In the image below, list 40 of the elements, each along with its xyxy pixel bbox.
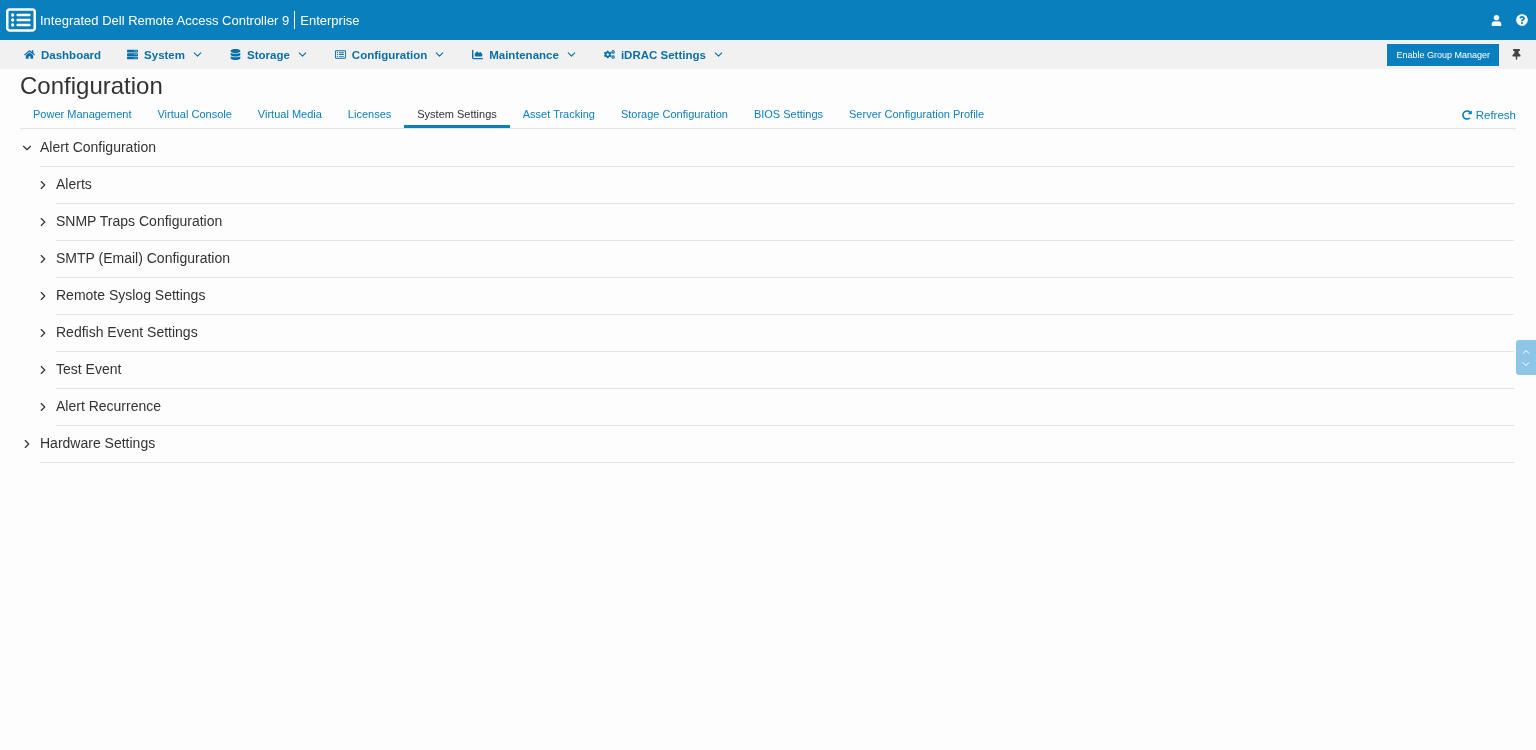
pin-icon[interactable] (1511, 49, 1522, 60)
section-header[interactable]: Test Event (36, 351, 1514, 388)
tab[interactable]: Server Configuration Profile (836, 102, 998, 128)
database-icon (230, 49, 241, 60)
section-header[interactable]: Alert Recurrence (36, 388, 1514, 425)
refresh-icon (1461, 110, 1472, 120)
tab[interactable]: Virtual Console (144, 102, 245, 128)
gears-icon (603, 49, 615, 60)
tab[interactable]: Licenses (334, 102, 405, 128)
user-icon[interactable] (1491, 14, 1502, 26)
section-header[interactable]: SMTP (Email) Configuration (36, 240, 1514, 277)
section-header[interactable]: Alerts (36, 166, 1514, 203)
home-icon (24, 49, 35, 60)
nav-menu-item[interactable]: Storage (230, 48, 309, 61)
tab[interactable]: Power Management (20, 102, 145, 128)
list-icon (334, 49, 346, 60)
nav-menu-item[interactable]: iDRAC Settings (603, 48, 725, 61)
nav-menu-item[interactable]: Dashboard (24, 48, 102, 61)
tab[interactable]: System Settings (404, 102, 510, 128)
nav-menu-item[interactable]: Configuration (334, 48, 447, 61)
nav-menu-item[interactable]: Maintenance (472, 48, 578, 61)
server-logo-icon (6, 5, 36, 35)
tab[interactable]: BIOS Settings (740, 102, 836, 128)
tab[interactable]: Virtual Media (244, 102, 335, 128)
server-icon (127, 49, 139, 60)
section-header[interactable]: SNMP Traps Configuration (36, 203, 1514, 240)
edition-label: Enterprise (300, 12, 360, 28)
tab[interactable]: Asset Tracking (509, 102, 608, 128)
enable-group-manager-button[interactable]: Enable Group Manager (1387, 43, 1499, 66)
help-icon[interactable] (1516, 14, 1528, 26)
chart-icon (472, 49, 484, 60)
section-header[interactable]: Hardware Settings (20, 425, 1514, 462)
section-header[interactable]: Remote Syslog Settings (36, 277, 1514, 314)
section-header[interactable]: Redfish Event Settings (36, 314, 1514, 351)
refresh-button[interactable]: Refresh (1461, 109, 1516, 121)
nav-menu-item[interactable]: System (127, 48, 204, 61)
app-title: Integrated Dell Remote Access Controller 9 (40, 12, 290, 28)
page-title: Configuration (20, 72, 163, 100)
section-header[interactable]: Alert Configuration (20, 129, 1514, 166)
tab[interactable]: Storage Configuration (607, 102, 741, 128)
